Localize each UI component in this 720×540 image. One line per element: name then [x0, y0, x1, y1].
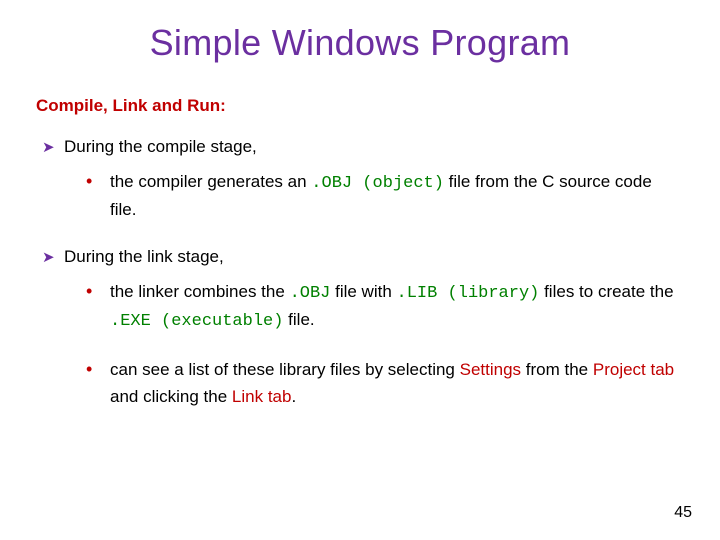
bullet-icon: •: [86, 169, 110, 193]
page-number: 45: [674, 504, 692, 522]
code-run: .OBJ: [290, 284, 331, 303]
bullet-icon: •: [86, 279, 110, 303]
text-run: file.: [283, 310, 314, 329]
list-item: • the linker combines the .OBJ file with…: [86, 279, 682, 336]
bullet-text: the compiler generates an .OBJ (object) …: [110, 169, 682, 224]
bullet-text: the linker combines the .OBJ file with .…: [110, 279, 682, 336]
text-run: and clicking the: [110, 387, 232, 406]
code-run: .OBJ (object): [311, 174, 444, 193]
slide-title: Simple Windows Program: [36, 22, 684, 64]
text-run: the compiler generates an: [110, 172, 307, 191]
bullet-icon: •: [86, 357, 110, 381]
section-subhead: Compile, Link and Run:: [36, 96, 684, 116]
section-heading: During the link stage,: [64, 246, 684, 269]
text-run: from the: [521, 360, 593, 379]
bullet-text: can see a list of these library files by…: [110, 357, 682, 410]
text-run: files to create the: [539, 282, 673, 301]
arrow-right-icon: ➤: [42, 138, 64, 158]
text-run: file with: [330, 282, 391, 301]
list-item: • the compiler generates an .OBJ (object…: [86, 169, 682, 224]
arrow-right-icon: ➤: [42, 248, 64, 268]
text-run: .: [291, 387, 296, 406]
section-link: ➤ During the link stage, • the linker co…: [36, 246, 684, 410]
slide: Simple Windows Program Compile, Link and…: [0, 0, 720, 540]
code-run: .LIB (library): [397, 284, 540, 303]
list-item: • can see a list of these library files …: [86, 357, 682, 410]
list-item: ➤ During the link stage,: [42, 246, 684, 269]
section-heading: During the compile stage,: [64, 136, 684, 159]
text-run: the linker combines the: [110, 282, 285, 301]
text-run: can see a list of these library files by…: [110, 360, 460, 379]
code-run: .EXE (executable): [110, 312, 283, 331]
section-compile: ➤ During the compile stage, • the compil…: [36, 136, 684, 224]
keyword-run: Link tab: [232, 387, 292, 406]
list-item: ➤ During the compile stage,: [42, 136, 684, 159]
keyword-run: Settings: [460, 360, 521, 379]
keyword-run: Project tab: [593, 360, 674, 379]
